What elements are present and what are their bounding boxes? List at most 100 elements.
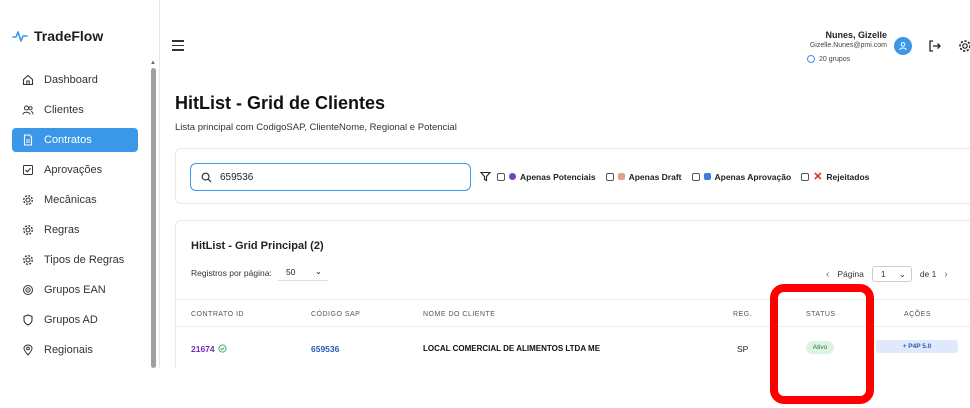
pulse-icon — [12, 31, 28, 42]
filter-card: Apenas Potenciais Apenas Draft Apenas Ap… — [175, 148, 970, 204]
sidebar-item-label: Aprovações — [44, 164, 103, 176]
sidebar-item-regionais[interactable]: Regionais — [12, 338, 138, 362]
col-contrato-id[interactable]: Contrato ID — [191, 311, 244, 318]
pagination: ‹ Página 1 ⌄ de 1 › — [826, 266, 948, 282]
draft-icon — [617, 173, 625, 180]
gear-icon — [22, 254, 34, 266]
per-page-label: Registros por página: — [191, 268, 272, 278]
sidebar-item-contratos[interactable]: Contratos — [12, 128, 138, 152]
users-icon — [22, 104, 34, 116]
target-icon — [22, 284, 34, 296]
user-name: Nunes, Gizelle — [825, 30, 887, 40]
filter-apenas-aprovacao[interactable]: Apenas Aprovação — [691, 171, 792, 182]
page-subtitle: Lista principal com CodigoSAP, ClienteNo… — [175, 122, 457, 133]
reject-x-icon: ✕ — [813, 170, 823, 183]
filter-label: Apenas Potenciais — [520, 171, 596, 182]
filter-apenas-draft[interactable]: Apenas Draft — [605, 171, 682, 182]
page-select[interactable]: 1 ⌄ — [871, 266, 912, 282]
sidebar-scrollbar[interactable]: ▲ — [150, 60, 156, 368]
scroll-up-icon[interactable]: ▲ — [150, 60, 156, 66]
sidebar-item-label: Contratos — [44, 134, 92, 146]
app-name: TradeFlow — [34, 28, 104, 44]
col-acoes[interactable]: Ações — [904, 311, 931, 318]
home-icon — [22, 74, 34, 86]
gear-icon — [22, 194, 34, 206]
sidebar-item-aprovacoes[interactable]: Aprovações — [12, 158, 138, 182]
shield-icon — [22, 314, 34, 326]
groups-count: 20 grupos — [819, 55, 851, 63]
per-page-select[interactable]: 50 ⌄ — [278, 263, 328, 281]
app-logo[interactable]: TradeFlow — [12, 28, 103, 44]
check-circle-icon — [218, 344, 227, 353]
filter-apenas-potenciais[interactable]: Apenas Potenciais — [497, 172, 596, 182]
sidebar-item-grupos-ean[interactable]: Grupos EAN — [12, 278, 138, 302]
contract-id: 21674 — [191, 344, 215, 354]
sidebar-item-dashboard[interactable]: Dashboard — [12, 68, 138, 92]
filter-label: Rejeitados — [826, 171, 870, 182]
gear-icon — [22, 224, 34, 236]
search-input[interactable] — [220, 171, 440, 183]
group-ring-icon — [807, 55, 815, 63]
next-page-icon[interactable]: › — [944, 269, 947, 280]
user-info: Nunes, Gizelle Gizelle.Nunes@pmi.com — [810, 30, 887, 49]
location-icon — [22, 344, 34, 356]
filter-options: Apenas Potenciais Apenas Draft Apenas Ap… — [480, 171, 873, 182]
per-page-value: 50 — [286, 266, 296, 277]
checkbox[interactable] — [801, 172, 810, 181]
sidebar-item-clientes[interactable]: Clientes — [12, 98, 138, 122]
user-groups[interactable]: 20 grupos — [807, 55, 850, 63]
filter-label: Apenas Draft — [628, 171, 682, 182]
chevron-down-icon: ⌄ — [898, 268, 906, 279]
checkbox[interactable] — [691, 172, 700, 181]
sidebar-item-label: Regionais — [44, 344, 93, 356]
logout-icon[interactable] — [928, 39, 942, 53]
col-regional[interactable]: Reg. — [733, 311, 752, 318]
prev-page-icon[interactable]: ‹ — [826, 269, 829, 280]
codigo-sap-link[interactable]: 659536 — [311, 344, 339, 354]
sidebar-item-label: Grupos AD — [44, 314, 98, 326]
filter-label: Apenas Aprovação — [714, 171, 792, 182]
sidebar-nav: Dashboard Clientes Contratos Aprovações … — [12, 68, 138, 368]
chevron-down-icon: ⌄ — [314, 266, 322, 276]
scrollbar-thumb[interactable] — [151, 68, 156, 368]
page-title: HitList - Grid de Clientes — [175, 93, 386, 113]
regional-value: SP — [737, 344, 749, 354]
filter-rejeitados[interactable]: ✕ Rejeitados — [801, 170, 870, 183]
sidebar-item-tipos-de-regras[interactable]: Tipos de Regras — [12, 248, 138, 272]
screenshot: TradeFlow Dashboard Clientes Contratos A… — [0, 0, 970, 408]
page-label: Página — [837, 269, 864, 279]
grid-title: HitList - Grid Principal (2) — [191, 240, 324, 252]
sidebar-item-grupos-ad[interactable]: Grupos AD — [12, 308, 138, 332]
user-icon — [899, 42, 907, 51]
sidebar-item-label: Dashboard — [44, 74, 98, 86]
contract-id-link[interactable]: 21674 — [191, 344, 227, 354]
sidebar-item-label: Regras — [44, 224, 80, 236]
search-icon — [201, 172, 212, 182]
sidebar-item-mecanicas[interactable]: Mecânicas — [12, 188, 138, 212]
sidebar-item-regras[interactable]: Regras — [12, 218, 138, 242]
sidebar-item-label: Tipos de Regras — [44, 254, 125, 266]
menu-toggle-button[interactable] — [172, 40, 184, 52]
sidebar-item-label: Clientes — [44, 104, 84, 116]
red-highlight-box — [770, 284, 874, 404]
sidebar: TradeFlow Dashboard Clientes Contratos A… — [0, 0, 160, 368]
sidebar-item-label: Mecânicas — [44, 194, 97, 206]
add-p4p-button[interactable]: + P4P 5.0 — [876, 340, 958, 353]
check-square-icon — [22, 164, 34, 176]
checkbox[interactable] — [497, 172, 505, 181]
user-email: Gizelle.Nunes@pmi.com — [809, 42, 887, 49]
file-icon — [22, 134, 34, 146]
settings-gear-icon[interactable] — [958, 39, 970, 53]
col-nome-cliente[interactable]: Nome do Cliente — [423, 311, 495, 318]
approval-icon — [703, 173, 711, 180]
page-of: de 1 — [919, 269, 937, 279]
potential-icon — [509, 173, 516, 180]
checkbox[interactable] — [605, 172, 614, 181]
col-codigo-sap[interactable]: Código SAP — [311, 311, 360, 318]
client-name: LOCAL COMERCIAL DE ALIMENTOS LTDA ME — [423, 344, 601, 353]
filter-icon[interactable] — [480, 171, 491, 182]
page-value: 1 — [880, 269, 886, 279]
search-box[interactable] — [190, 163, 471, 191]
avatar[interactable] — [894, 37, 912, 55]
sidebar-item-label: Grupos EAN — [44, 284, 106, 296]
